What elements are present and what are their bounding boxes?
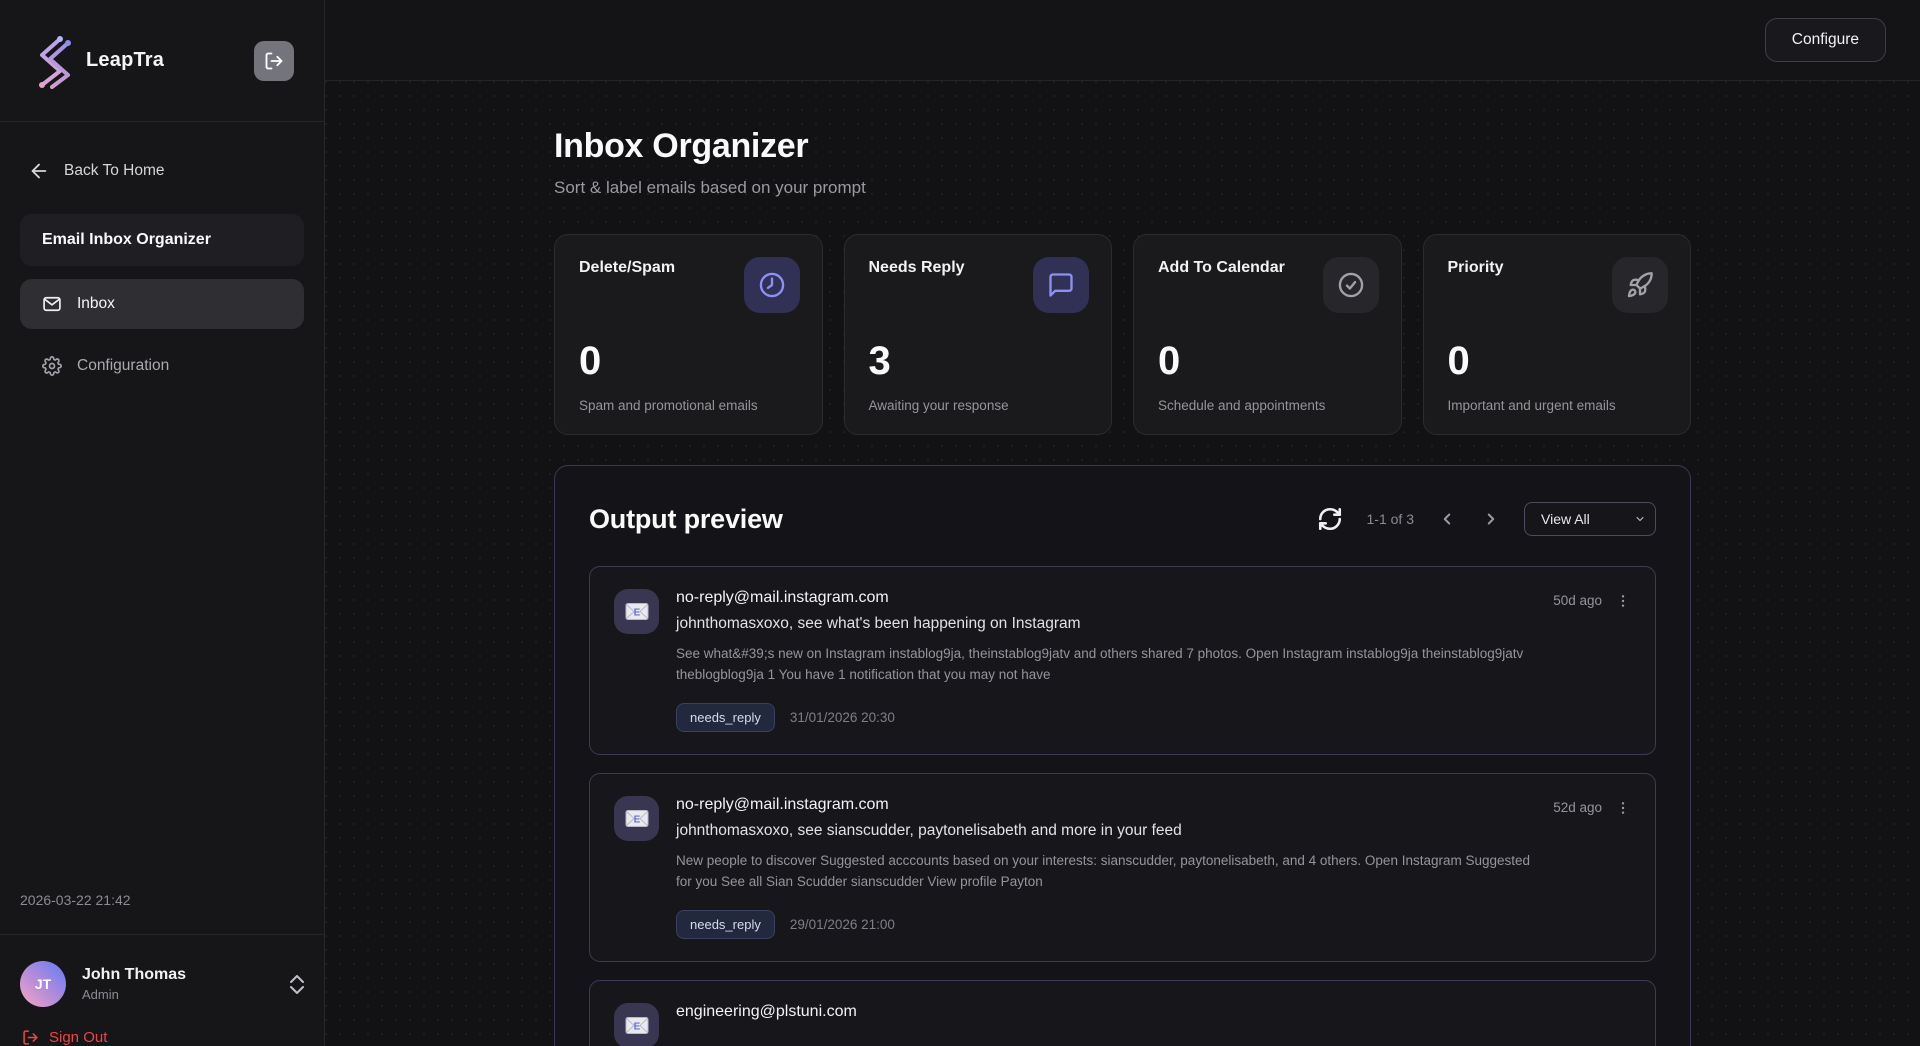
output-preview-panel: Output preview — [554, 465, 1691, 1046]
sidebar-logo-row: LeapTra — [0, 0, 324, 122]
app-root: LeapTra Back To Home — [0, 0, 1920, 1046]
email-envelope-icon: E — [614, 796, 659, 841]
email-subject: johnthomasxoxo, see what's been happenin… — [676, 615, 1536, 633]
arrow-left-icon — [28, 160, 50, 182]
sign-out-button[interactable]: Sign Out — [22, 1029, 304, 1046]
user-role: Admin — [82, 987, 274, 1002]
view-filter-select[interactable]: View All — [1524, 502, 1656, 536]
stat-caption: Schedule and appointments — [1158, 398, 1377, 413]
chevron-right-icon — [1482, 510, 1500, 528]
sidebar-footer: JT John Thomas Admin — [0, 934, 324, 1046]
svg-text:E: E — [633, 814, 640, 825]
main-area: Configure Inbox Organizer Sort & label e… — [325, 0, 1920, 1046]
sidebar-item-inbox-label: Inbox — [77, 295, 115, 313]
stat-card-add-to-calendar: Add To Calendar 0 Schedule and appointme… — [1133, 234, 1402, 435]
stat-caption: Important and urgent emails — [1448, 398, 1667, 413]
refresh-icon — [1317, 506, 1343, 532]
prev-page-button[interactable] — [1438, 510, 1456, 528]
stat-card-priority: Priority 0 Important and urgent emails — [1423, 234, 1692, 435]
sidebar-app-label[interactable]: Email Inbox Organizer — [20, 214, 304, 266]
stat-caption: Spam and promotional emails — [579, 398, 798, 413]
avatar: JT — [20, 961, 66, 1007]
email-card[interactable]: E engineering@plstuni.com — [589, 980, 1656, 1046]
stats-row: Delete/Spam 0 Spam and promotional email… — [554, 234, 1691, 435]
email-card[interactable]: E no-reply@mail.instagram.com johnthomas… — [589, 773, 1656, 962]
stat-value: 0 — [1158, 339, 1377, 384]
user-meta: John Thomas Admin — [82, 966, 274, 1002]
user-name: John Thomas — [82, 966, 274, 984]
email-envelope-icon: E — [614, 589, 659, 634]
user-expander[interactable] — [290, 975, 304, 994]
email-datetime: 29/01/2026 21:00 — [790, 917, 895, 932]
email-menu-button[interactable] — [1615, 593, 1631, 609]
user-row[interactable]: JT John Thomas Admin — [20, 961, 304, 1007]
stat-caption: Awaiting your response — [869, 398, 1088, 413]
sidebar-nav: Back To Home Email Inbox Organizer Inbox — [0, 122, 324, 403]
brand-name: LeapTra — [86, 49, 240, 72]
svg-text:E: E — [633, 608, 640, 619]
sidebar-item-configuration[interactable]: Configuration — [20, 341, 304, 391]
email-datetime: 31/01/2026 20:30 — [790, 710, 895, 725]
stat-value: 0 — [1448, 339, 1667, 384]
message-icon — [1033, 257, 1089, 313]
pagination-range: 1-1 of 3 — [1367, 511, 1414, 527]
email-age: 50d ago — [1553, 593, 1602, 608]
sidebar-item-inbox[interactable]: Inbox — [20, 279, 304, 329]
email-age: 52d ago — [1553, 800, 1602, 815]
email-sender: no-reply@mail.instagram.com — [676, 589, 1536, 607]
check-circle-icon — [1323, 257, 1379, 313]
email-subject: johnthomasxoxo, see sianscudder, paytone… — [676, 822, 1536, 840]
sign-out-label: Sign Out — [49, 1029, 107, 1046]
back-to-home-link[interactable]: Back To Home — [20, 160, 304, 182]
avatar-initials: JT — [35, 976, 51, 992]
sidebar: LeapTra Back To Home — [0, 0, 325, 1046]
email-card[interactable]: E no-reply@mail.instagram.com johnthomas… — [589, 566, 1656, 755]
clock-icon — [744, 257, 800, 313]
sidebar-spacer — [0, 403, 324, 892]
email-snippet: See what&#39;s new on Instagram instablo… — [676, 644, 1536, 686]
stat-value: 3 — [869, 339, 1088, 384]
email-list: E no-reply@mail.instagram.com johnthomas… — [589, 566, 1656, 1046]
configure-button[interactable]: Configure — [1765, 18, 1886, 62]
email-tag-badge: needs_reply — [676, 703, 775, 732]
chevron-up-icon — [290, 975, 304, 983]
email-snippet: New people to discover Suggested acccoun… — [676, 851, 1536, 893]
email-envelope-icon: E — [614, 1003, 659, 1046]
email-menu-button[interactable] — [1615, 800, 1631, 816]
email-sender: engineering@plstuni.com — [676, 1003, 1614, 1021]
rocket-icon — [1612, 257, 1668, 313]
app-label-text: Email Inbox Organizer — [42, 231, 211, 249]
back-to-home-label: Back To Home — [64, 162, 165, 180]
stat-card-delete-spam: Delete/Spam 0 Spam and promotional email… — [554, 234, 823, 435]
topbar: Configure — [325, 0, 1920, 81]
sidebar-collapse-button[interactable] — [254, 41, 294, 81]
email-sender: no-reply@mail.instagram.com — [676, 796, 1536, 814]
logout-panel-icon — [264, 51, 284, 71]
page-title: Inbox Organizer — [554, 127, 1691, 166]
gear-icon — [42, 356, 62, 376]
svg-text:E: E — [633, 1021, 640, 1032]
sidebar-timestamp: 2026-03-22 21:42 — [0, 892, 324, 934]
mail-icon — [42, 294, 62, 314]
sign-out-icon — [22, 1029, 39, 1046]
output-preview-title: Output preview — [589, 504, 1317, 535]
next-page-button[interactable] — [1482, 510, 1500, 528]
content-area: Inbox Organizer Sort & label emails base… — [325, 81, 1920, 1046]
kebab-menu-icon — [1615, 593, 1631, 609]
leaptra-logo-icon — [30, 33, 72, 89]
stat-value: 0 — [579, 339, 798, 384]
page-subtitle: Sort & label emails based on your prompt — [554, 178, 1691, 198]
refresh-button[interactable] — [1317, 506, 1343, 532]
kebab-menu-icon — [1615, 800, 1631, 816]
stat-card-needs-reply: Needs Reply 3 Awaiting your response — [844, 234, 1113, 435]
sidebar-item-configuration-label: Configuration — [77, 357, 169, 375]
chevron-left-icon — [1438, 510, 1456, 528]
chevron-down-icon — [290, 986, 304, 994]
email-tag-badge: needs_reply — [676, 910, 775, 939]
